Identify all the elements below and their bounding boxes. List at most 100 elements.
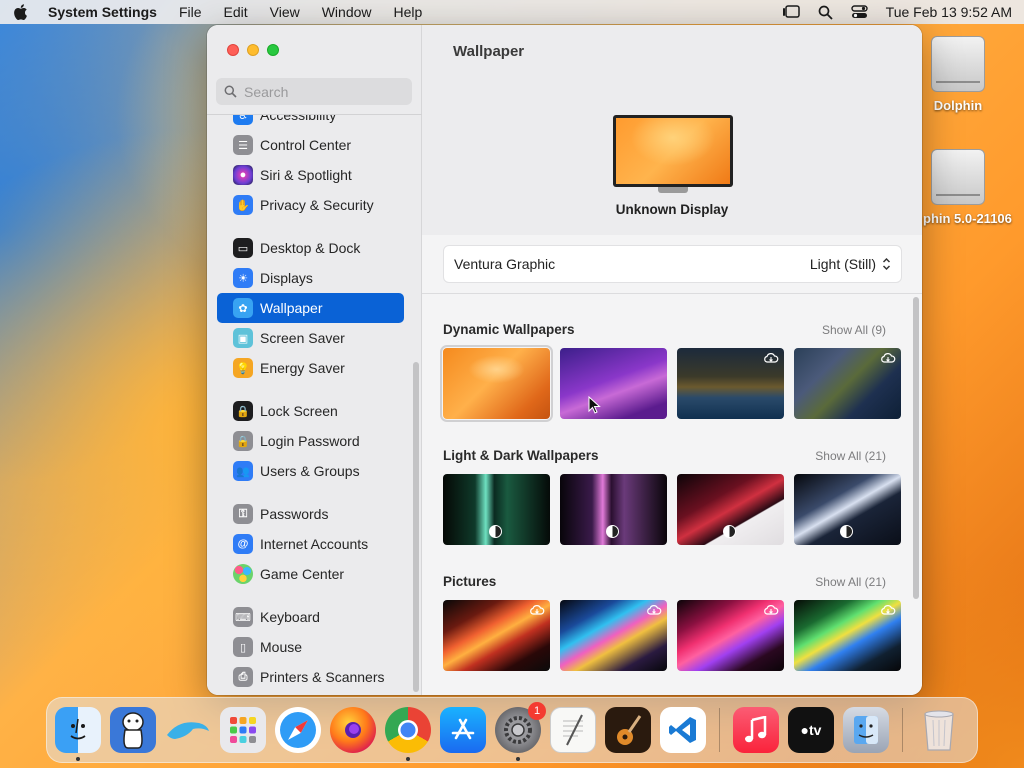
sidebar-item-label: Screen Saver [260,330,345,346]
dock-system-settings[interactable]: 1 [495,702,546,761]
key-icon: ⚿ [233,504,253,524]
control-center-menu-icon[interactable] [850,5,868,19]
menu-app-name[interactable]: System Settings [48,4,157,20]
screen-saver-icon: ▣ [233,328,253,348]
wallpaper-thumb-blue-stream[interactable] [560,600,667,671]
content-scrollbar[interactable] [913,297,919,599]
sidebar-item-energy-saver[interactable]: 💡 Energy Saver [217,353,404,383]
wallpaper-thumb-glass-green[interactable] [443,474,550,545]
sidebar-item-label: Accessibility [260,114,337,123]
users-icon: 👥 [233,461,253,481]
dock: 1 ●tv [46,697,978,763]
menu-view[interactable]: View [270,4,300,20]
wallpaper-thumb-green-stream[interactable] [794,600,901,671]
dock-launchpad[interactable] [220,707,266,753]
dock-dolphin[interactable] [165,707,211,753]
menu-file[interactable]: File [179,4,202,20]
wallpaper-thumb-pink-stream[interactable] [677,600,784,671]
sidebar-item-label: Printers & Scanners [260,669,385,685]
minimize-button[interactable] [247,44,259,56]
sidebar-item-label: Lock Screen [260,403,338,419]
sidebar-item-displays[interactable]: ☀ Displays [217,263,404,293]
menu-clock[interactable]: Tue Feb 13 9:52 AM [886,4,1012,20]
sidebar-item-privacy-security[interactable]: ✋ Privacy & Security [217,190,404,220]
search-input[interactable]: Search [216,78,412,105]
dock-chrome[interactable] [385,707,431,761]
desktop-dock-icon: ▭ [233,238,253,258]
sidebar-item-label: Keyboard [260,609,320,625]
dock-trash[interactable] [916,707,962,753]
wallpaper-thumb-red-curve[interactable] [677,474,784,545]
wallpaper-selector[interactable]: Ventura Graphic Light (Still) [443,245,902,283]
sidebar-item-label: Users & Groups [260,463,360,479]
sidebar-item-mouse[interactable]: ▯ Mouse [217,632,404,662]
pen-paper-icon [563,714,583,746]
login-lock-icon: 🔒 [233,431,253,451]
wallpaper-thumb-glass-purple[interactable] [560,474,667,545]
sidebar-item-keyboard[interactable]: ⌨ Keyboard [217,602,404,632]
wallpaper-mode-select[interactable]: Light (Still) [810,256,891,272]
light-dark-icon [489,525,502,538]
sidebar-item-printers-scanners[interactable]: ⎙ Printers & Scanners [217,662,404,692]
wallpaper-thumb-ventura[interactable] [440,345,553,422]
sidebar-list: ♿ Accessibility ☰ Control Center ● Siri & S… [207,114,422,695]
spotlight-search-icon[interactable] [818,5,833,20]
wallpaper-thumb-silver-curve[interactable] [794,474,901,545]
sidebar-item-login-password[interactable]: 🔒 Login Password [217,426,404,456]
show-all-dynamic-button[interactable]: Show All (9) [822,323,886,337]
menu-window[interactable]: Window [322,4,372,20]
lock-icon: 🔒 [233,401,253,421]
stage-manager-icon[interactable] [782,5,800,19]
pictures-wallpaper-row [443,600,901,671]
show-all-pictures-button[interactable]: Show All (21) [815,575,886,589]
sidebar-item-desktop-dock[interactable]: ▭ Desktop & Dock [217,233,404,263]
game-center-icon [233,564,253,584]
wallpaper-thumb-monterey[interactable] [560,348,667,419]
dock-firefox[interactable] [330,707,376,753]
app-store-icon [451,718,475,740]
dock-safari[interactable] [275,707,321,753]
section-title-dynamic: Dynamic Wallpapers [443,322,575,337]
siri-icon: ● [233,165,253,185]
apple-logo-icon[interactable] [12,3,28,21]
dock-garageband[interactable] [605,707,651,753]
sidebar-item-users-groups[interactable]: 👥 Users & Groups [217,456,404,486]
sidebar-item-wallpaper[interactable]: ✿ Wallpaper [217,293,404,323]
wallpaper-thumb-catalina-day[interactable] [677,348,784,419]
sidebar-item-game-center[interactable]: Game Center [217,559,404,589]
dock-apple-tv[interactable]: ●tv [788,707,834,753]
menu-edit[interactable]: Edit [224,4,248,20]
preview-finder-icon [854,716,878,744]
sidebar: Search ♿ Accessibility ☰ Control Center ● S… [207,25,422,695]
dock-vscode[interactable] [660,707,706,753]
sidebar-item-screen-saver[interactable]: ▣ Screen Saver [217,323,404,353]
sidebar-item-lock-screen[interactable]: 🔒 Lock Screen [217,396,404,426]
drive-icon [931,149,985,205]
dock-mascot-app[interactable] [110,707,156,753]
hand-icon: ✋ [233,195,253,215]
dock-textedit[interactable] [550,707,596,753]
download-cloud-icon [881,605,896,615]
wallpaper-mode-value: Light (Still) [809,256,876,272]
wallpaper-thumb-catalina-shifting[interactable] [794,348,901,419]
section-title-pictures: Pictures [443,574,497,589]
menu-help[interactable]: Help [394,4,423,20]
dock-preview[interactable] [843,707,889,753]
sidebar-item-passwords[interactable]: ⚿ Passwords [217,499,404,529]
dock-finder[interactable] [55,707,101,761]
notification-badge: 1 [528,702,546,720]
show-all-light-dark-button[interactable]: Show All (21) [815,449,886,463]
dock-music[interactable] [733,707,779,753]
sidebar-scrollbar[interactable] [413,362,419,692]
zoom-button[interactable] [267,44,279,56]
sidebar-item-internet-accounts[interactable]: @ Internet Accounts [217,529,404,559]
sidebar-item-control-center[interactable]: ☰ Control Center [217,130,404,160]
sidebar-item-accessibility[interactable]: ♿ Accessibility [217,114,404,130]
sun-icon: ☀ [233,268,253,288]
dock-app-store[interactable] [440,707,486,753]
close-button[interactable] [227,44,239,56]
running-indicator [406,757,410,761]
sidebar-item-siri-spotlight[interactable]: ● Siri & Spotlight [217,160,404,190]
wallpaper-thumb-orange-stream[interactable] [443,600,550,671]
vscode-icon [669,717,696,743]
